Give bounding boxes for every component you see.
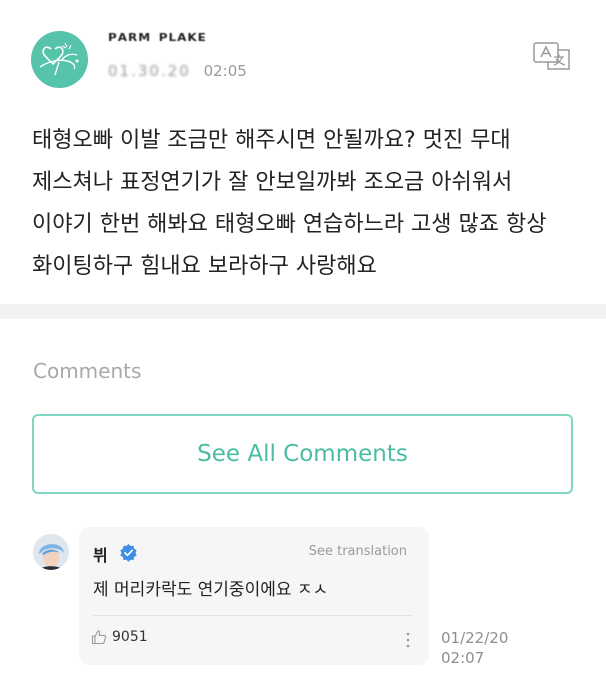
comment-divider (93, 615, 413, 616)
comment-timestamp: 01/22/20 02:07 (441, 628, 508, 668)
commenter-avatar[interactable] (33, 534, 69, 570)
post-date: 01.30.20 (108, 62, 191, 80)
author-avatar[interactable] (31, 31, 88, 88)
like-count: 9051 (112, 629, 148, 645)
post-meta: 01.30.20 02:05 (108, 62, 247, 80)
post-header: ᴾᴬᴿᴹ ᴾᴸᴬᴷᴱ 01.30.20 02:05 (0, 0, 606, 110)
author-name[interactable]: ᴾᴬᴿᴹ ᴾᴸᴬᴷᴱ (108, 30, 207, 52)
verified-check-icon (120, 543, 137, 562)
like-button[interactable]: 9051 (91, 629, 148, 645)
more-vertical-icon[interactable] (405, 631, 411, 649)
see-translation-link[interactable]: See translation (309, 544, 407, 559)
translate-icon (533, 42, 570, 70)
comment-time: 02:07 (441, 649, 485, 667)
post-time: 02:05 (203, 62, 247, 80)
section-divider (0, 304, 606, 319)
thumbs-up-icon (91, 630, 107, 645)
commenter-avatar-image (33, 534, 69, 570)
comment-date: 01/22/20 (441, 629, 509, 647)
post-body: 태형오빠 이발 조금만 해주시면 안될까요? 멋진 무대 제스쳐나 표정연기가 … (32, 128, 547, 279)
translate-button[interactable] (532, 40, 572, 72)
comment-author[interactable]: 뷔 (93, 542, 108, 566)
comments-heading: Comments (33, 359, 142, 383)
comment-text: 제 머리카락도 연기중이에요 ㅈㅅ (93, 580, 329, 600)
heart-logo-icon (39, 42, 79, 76)
see-all-comments-button[interactable]: See All Comments (32, 414, 573, 494)
comment-card: 뷔 See translation 제 머리카락도 연기중이에요 ㅈㅅ 9051 (79, 527, 429, 665)
